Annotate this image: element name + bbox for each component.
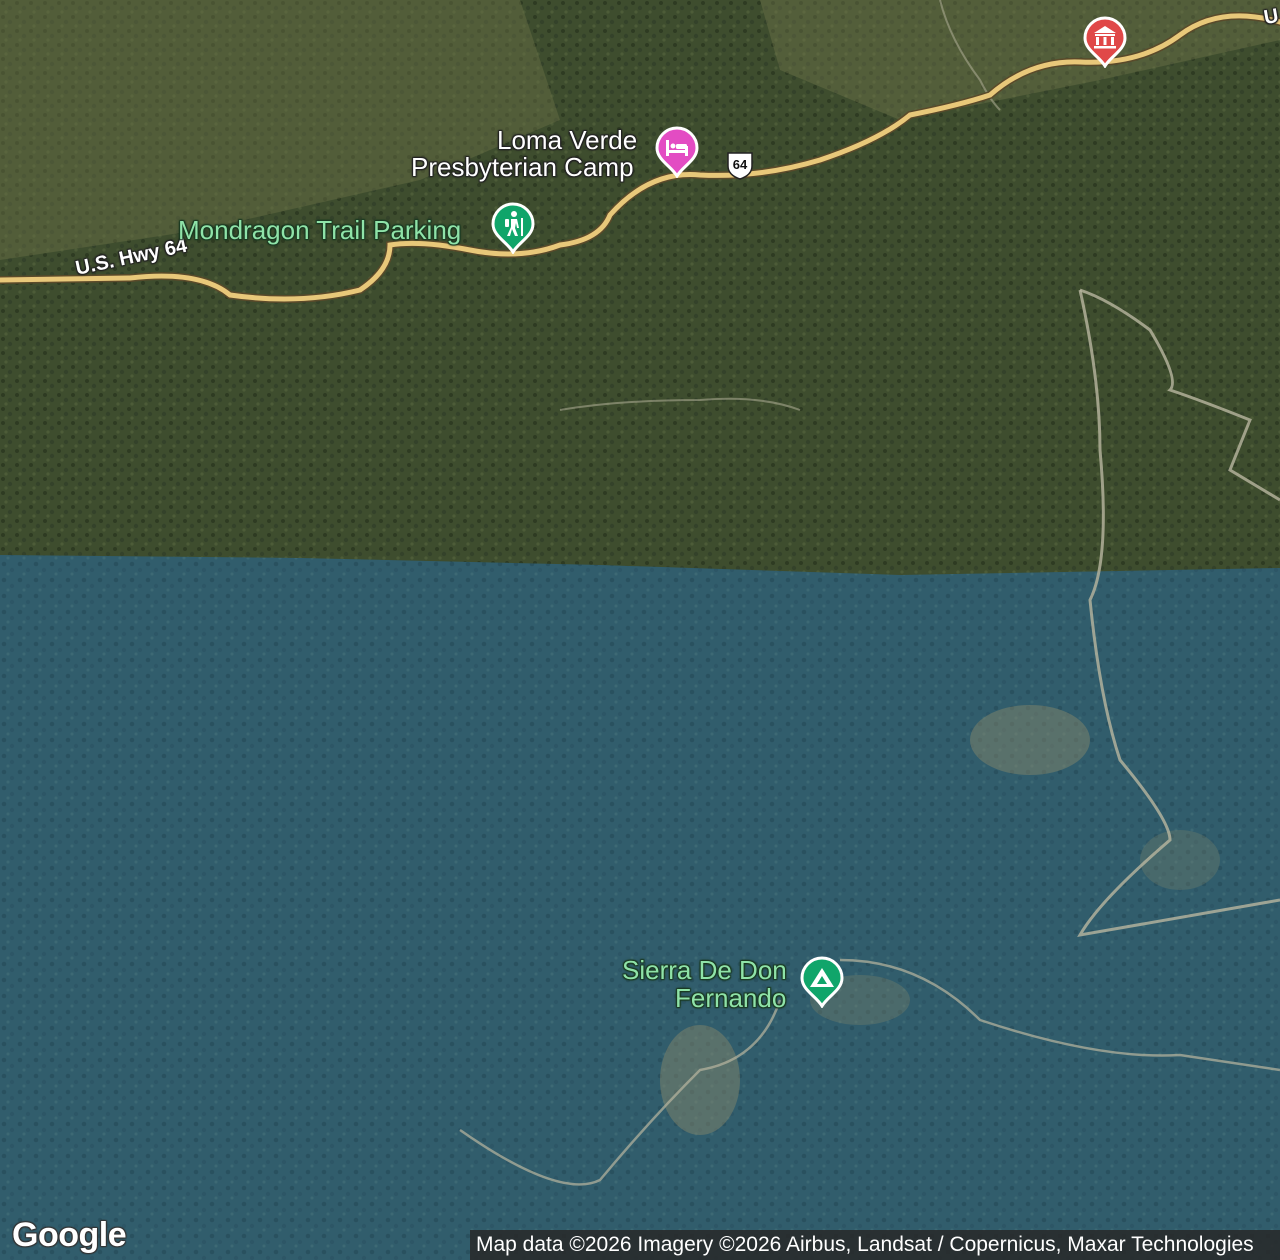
poi-label-line2[interactable]: Fernando (675, 984, 786, 1012)
poi-pin[interactable] (1083, 16, 1127, 68)
poi-label-line2[interactable]: Presbyterian Camp (411, 153, 634, 181)
satellite-imagery (0, 0, 1280, 1260)
google-logo: Google (12, 1216, 127, 1254)
poi-label[interactable]: Mondragon Trail Parking (178, 216, 461, 244)
shield-icon: 64 (727, 152, 753, 180)
us-route-shield: 64 (725, 150, 755, 180)
poi-label-line1[interactable]: Loma Verde (497, 126, 637, 154)
poi-pin[interactable] (800, 956, 844, 1008)
poi-pin[interactable] (655, 126, 699, 178)
map-canvas[interactable]: U.S. Hwy 64 U 64 Mondragon Trail Parking… (0, 0, 1280, 1260)
shield-number: 64 (733, 157, 748, 172)
poi-label-line1[interactable]: Sierra De Don (622, 956, 787, 984)
poi-pin[interactable] (491, 202, 535, 254)
map-attribution[interactable]: Map data ©2026 Imagery ©2026 Airbus, Lan… (470, 1230, 1280, 1260)
